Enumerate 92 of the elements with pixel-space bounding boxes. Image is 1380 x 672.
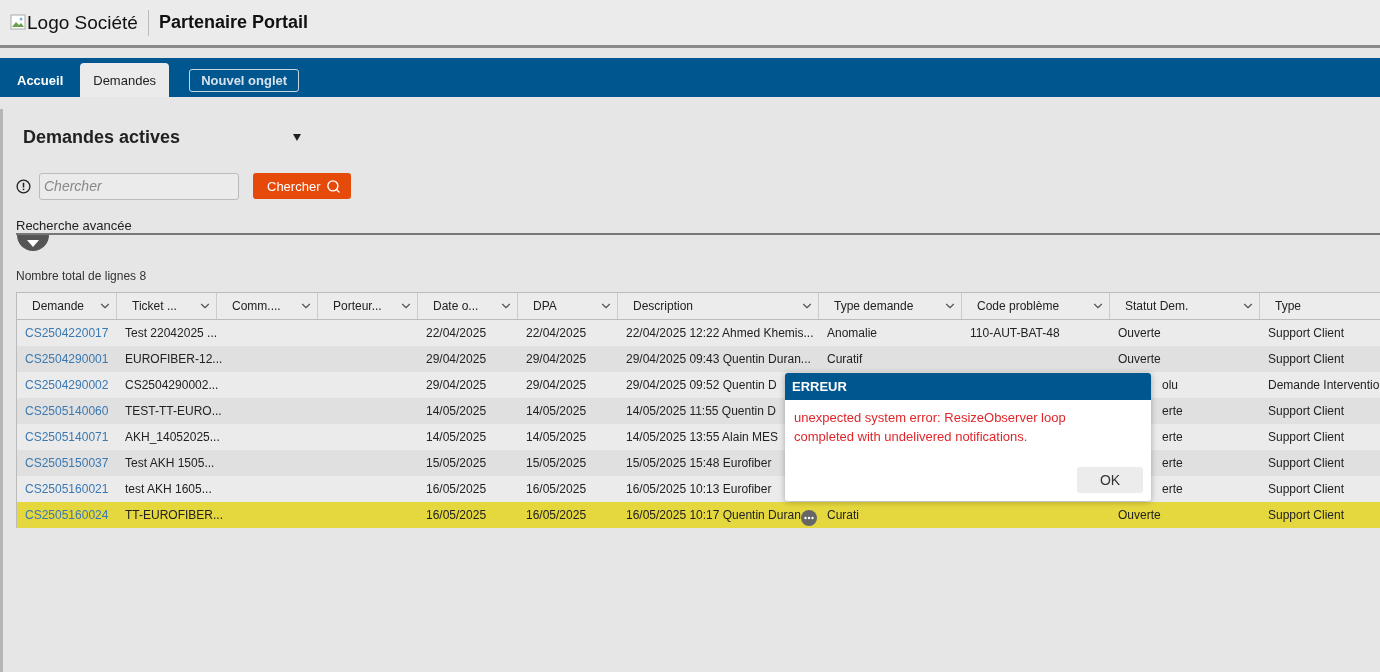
column-header[interactable]: Date o... — [418, 293, 518, 319]
table-cell: olu — [1162, 378, 1178, 392]
request-link[interactable]: CS2505140060 — [25, 404, 109, 418]
table-cell: 14/05/2025 — [426, 430, 487, 444]
column-header[interactable]: Description — [618, 293, 819, 319]
table-row[interactable]: CS2505160024 TT-EUROFIBER... 16/05/2025 16/05/2025 16/05/2025 10:17 Quentin Duran Curati Ouverte Support Client — [17, 502, 1380, 528]
table-cell: 16/05/2025 — [526, 482, 587, 496]
table-cell: Support Client — [1268, 352, 1345, 366]
table-cell: Test 22042025 ... — [125, 326, 218, 340]
table-cell: Ouverte — [1118, 352, 1161, 366]
info-icon — [16, 178, 31, 194]
table-cell: 22/04/2025 — [526, 326, 587, 340]
table-cell: 110-AUT-BAT-48 — [970, 326, 1060, 340]
table-cell: AKH_14052025... — [125, 430, 220, 444]
table-cell: Support Client — [1268, 326, 1345, 340]
table-cell: 29/04/2025 09:52 Quentin D — [626, 378, 777, 392]
table-cell: Support Client — [1268, 482, 1345, 496]
table-cell: 15/05/2025 — [426, 456, 487, 470]
table-cell: erte — [1162, 456, 1183, 470]
new-tab-button[interactable]: Nouvel onglet — [189, 69, 300, 92]
request-link[interactable]: CS2505150037 — [25, 456, 109, 470]
table-cell: Curati — [827, 508, 859, 522]
portal-title: Partenaire Portail — [158, 12, 308, 33]
column-header[interactable]: Demande — [17, 293, 117, 319]
ok-button[interactable]: OK — [1077, 467, 1143, 493]
table-cell: 14/05/2025 11:55 Quentin D — [626, 404, 776, 418]
table-cell: EUROFIBER-12... — [125, 352, 223, 366]
table-cell: erte — [1162, 482, 1183, 496]
table-cell: Anomalie — [827, 326, 878, 340]
table-cell: 16/05/2025 — [526, 508, 587, 522]
table-cell: Test AKH 1505... — [125, 456, 215, 470]
column-header[interactable]: Ticket ... — [117, 293, 217, 319]
column-header[interactable]: DPA — [518, 293, 618, 319]
tab[interactable]: Demandes — [80, 63, 170, 97]
table-cell: TT-EUROFIBER... — [125, 508, 223, 522]
table-cell: 29/04/2025 — [526, 378, 587, 392]
view-selector[interactable]: Demandes actives — [23, 126, 293, 148]
table-cell: erte — [1162, 404, 1183, 418]
search-button[interactable]: Chercher — [253, 173, 352, 199]
table-row[interactable]: CS2504290001 EUROFIBER-12... 29/04/2025 29/04/2025 29/04/2025 09:43 Quentin Duran... Curatif Ouverte Support Client — [17, 346, 1380, 372]
company-logo: Logo Société — [10, 11, 138, 34]
table-cell: 15/05/2025 — [526, 456, 587, 470]
table-cell: 22/04/2025 12:22 Ahmed Khemis... — [626, 326, 814, 340]
table-row[interactable]: CS2504220017 Test 22042025 ... 22/04/2025 22/04/2025 22/04/2025 12:22 Ahmed Khemis... Anomalie 110-AUT-BAT-48 Ouverte Support Client — [17, 320, 1380, 346]
caret-icon — [27, 239, 39, 247]
table-cell: Ouverte — [1118, 326, 1161, 340]
table-cell: 16/05/2025 10:17 Quentin Duran — [626, 508, 801, 522]
column-header[interactable]: Type — [1260, 293, 1380, 319]
table-cell: Curatif — [827, 352, 863, 366]
table-cell: 14/05/2025 — [526, 430, 587, 444]
request-link[interactable]: CS2504220017 — [25, 326, 109, 340]
table-cell: Support Client — [1268, 456, 1345, 470]
table-cell: 15/05/2025 15:48 Eurofiber — [626, 456, 772, 470]
table-cell: 29/04/2025 — [426, 352, 487, 366]
request-link[interactable]: CS2505160021 — [25, 482, 109, 496]
table-cell: 16/05/2025 10:13 Eurofiber — [626, 482, 772, 496]
table-cell: 14/05/2025 — [426, 404, 487, 418]
dialog-title: ERREUR — [785, 373, 1151, 400]
column-header[interactable]: Comm.... — [217, 293, 318, 319]
table-cell: 14/05/2025 13:55 Alain MES — [626, 430, 779, 444]
table-cell: TEST-TT-EURO... — [125, 404, 222, 418]
table-cell: test AKH 1605... — [125, 482, 212, 496]
dropdown-caret-icon[interactable] — [293, 133, 301, 141]
tab[interactable]: Accueil — [4, 63, 77, 97]
more-icon[interactable] — [800, 510, 817, 526]
table-cell: Support Client — [1268, 430, 1345, 444]
table-cell: CS2504290002... — [125, 378, 219, 392]
table-cell: 29/04/2025 09:43 Quentin Duran... — [626, 352, 811, 366]
request-link[interactable]: CS2504290002 — [25, 378, 109, 392]
advanced-search-label: Recherche avancée — [16, 218, 132, 233]
table-cell: Support Client — [1268, 404, 1345, 418]
table-cell: 22/04/2025 — [426, 326, 487, 340]
column-header[interactable]: Code problème — [962, 293, 1110, 319]
search-icon — [326, 178, 342, 194]
request-link[interactable]: CS2504290001 — [25, 352, 109, 366]
column-header[interactable]: Porteur... — [318, 293, 418, 319]
request-link[interactable]: CS2505140071 — [25, 430, 109, 444]
table-cell: erte — [1162, 430, 1183, 444]
search-field[interactable]: Chercher — [39, 172, 239, 200]
row-count: Nombre total de lignes 8 — [16, 269, 148, 285]
table-cell: 16/05/2025 — [426, 508, 487, 522]
table-cell: Ouverte — [1118, 508, 1161, 522]
table-cell: Support Client — [1268, 508, 1345, 522]
expand-toggle[interactable] — [17, 235, 49, 251]
column-header[interactable]: Statut Dem. — [1110, 293, 1260, 319]
column-header[interactable]: Type demande — [819, 293, 962, 319]
table-cell: 16/05/2025 — [426, 482, 487, 496]
table-cell: 29/04/2025 — [426, 378, 487, 392]
table-cell: Demande Interventio — [1268, 378, 1380, 392]
table-cell: 14/05/2025 — [526, 404, 587, 418]
table-cell: 29/04/2025 — [526, 352, 587, 366]
broken-image-icon — [10, 13, 26, 30]
